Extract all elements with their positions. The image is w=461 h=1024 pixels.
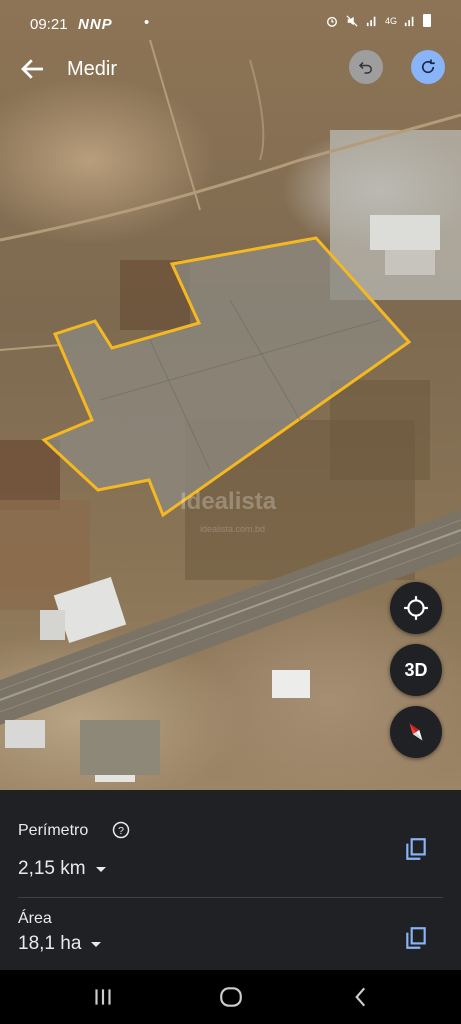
system-nav-bar: [0, 970, 461, 1024]
compass-icon: [409, 723, 423, 741]
area-label: Área: [18, 910, 52, 927]
redo-button[interactable]: [411, 50, 445, 84]
mute-icon: [346, 14, 358, 27]
area-value: 18,1 ha: [18, 933, 82, 954]
undo-button[interactable]: [349, 50, 383, 84]
signal-icon: [366, 16, 376, 26]
measurement-sheet: Perímetro ? 2,15 km Área 18,1 ha: [0, 790, 461, 970]
network-type: 4G: [384, 15, 397, 26]
redo-icon: [421, 59, 435, 74]
alarm-icon: [327, 16, 337, 27]
back-nav-icon[interactable]: [348, 984, 374, 1010]
arrow-back-icon[interactable]: [18, 54, 48, 84]
copy-icon[interactable]: [403, 836, 429, 862]
recents-icon[interactable]: [90, 984, 116, 1010]
perimeter-value: 2,15 km: [18, 858, 86, 879]
perimeter-label: Perímetro: [18, 822, 89, 839]
help-icon[interactable]: ?: [112, 821, 130, 839]
status-bar: 09:21 NNP • 4G: [0, 0, 461, 50]
divider: [18, 897, 443, 898]
status-carriers: NNP: [78, 16, 113, 33]
chevron-down-icon: [95, 866, 106, 872]
toggle-3d-button[interactable]: 3D: [390, 644, 442, 696]
perimeter-value-dropdown[interactable]: 2,15 km: [18, 858, 106, 880]
signal-icon-2: [404, 16, 414, 26]
status-time: 09:21: [30, 16, 68, 33]
compass-button[interactable]: [390, 706, 442, 758]
chevron-down-icon: [91, 941, 102, 947]
map-watermark: Idealista: [180, 488, 277, 515]
measure-toolbar: Medir: [0, 46, 461, 94]
crosshair-icon: [404, 596, 428, 620]
area-value-dropdown[interactable]: 18,1 ha: [18, 933, 102, 955]
map-watermark-sub: idealista.com.bd: [200, 524, 266, 534]
status-dot: •: [144, 14, 150, 31]
copy-icon[interactable]: [403, 925, 429, 951]
status-icons: 4G: [325, 14, 431, 27]
svg-text:?: ?: [118, 825, 124, 837]
undo-icon: [358, 61, 372, 74]
page-title: Medir: [67, 58, 118, 80]
battery-icon: [423, 14, 431, 27]
my-location-button[interactable]: [390, 582, 442, 634]
home-icon[interactable]: [218, 984, 244, 1010]
